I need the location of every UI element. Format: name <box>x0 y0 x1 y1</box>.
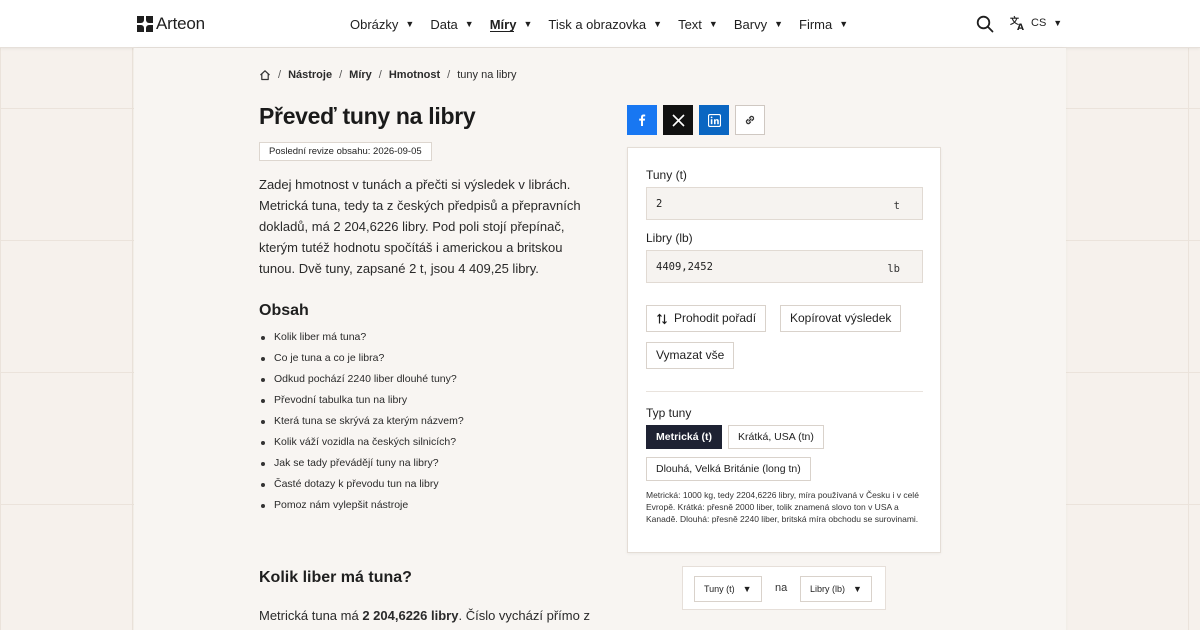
nav-label: Obrázky <box>350 16 399 32</box>
nav-item-miry[interactable]: Míry ▼ <box>490 0 533 48</box>
tons-unit: t <box>893 200 900 212</box>
x-icon <box>671 113 685 127</box>
clear-all-button[interactable]: Vymazat vše <box>646 342 735 369</box>
ton-type-note: Metrická: 1000 kg, tedy 2204,6226 libry,… <box>646 490 919 524</box>
table-of-contents: Kolik liber má tuna? Co je tuna a co je … <box>259 327 464 516</box>
swap-arrows-icon <box>657 313 667 324</box>
toc-link[interactable]: Převodní tabulka tun na libry <box>259 390 464 411</box>
nav-label: Tisk a obrazovka <box>548 16 647 32</box>
tons-input[interactable]: 2 t <box>646 187 923 220</box>
toc-link[interactable]: Jak se tady převádějí tuny na libry? <box>259 453 464 474</box>
breadcrumb-separator: / <box>339 69 343 81</box>
logo-text: Arteon <box>156 14 205 33</box>
language-switcher[interactable]: 文 A CS ▼ <box>1010 15 1062 31</box>
breadcrumb-separator: / <box>378 69 382 81</box>
unit-pair-selector: Tuny (t) ▼ na Libry (lb) ▼ <box>682 566 886 610</box>
logo[interactable]: Arteon <box>137 14 205 34</box>
nav-label: Barvy <box>733 16 768 32</box>
toc-link[interactable]: Pomoz nám vylepšit nástroje <box>259 495 464 516</box>
unit-connector: na <box>775 582 788 594</box>
pounds-label: Libry (lb) <box>646 231 693 245</box>
search-icon[interactable] <box>976 15 994 33</box>
pounds-unit: lb <box>887 263 900 275</box>
nav-label: Firma <box>799 16 833 32</box>
copy-link-button[interactable] <box>735 105 765 135</box>
intro-paragraph: Zadej hmotnost v tunách a přečti si výsl… <box>259 177 581 276</box>
breadcrumb: / Nástroje / Míry / Hmotnost / tuny na l… <box>259 69 517 81</box>
nav-label: Data <box>430 16 458 32</box>
chevron-down-icon: ▼ <box>464 19 474 29</box>
nav-label: Text <box>678 16 702 32</box>
pounds-input[interactable]: 4409,2452 lb <box>646 250 923 283</box>
share-x-button[interactable] <box>663 105 693 135</box>
nav-item-obrazky[interactable]: Obrázky ▼ <box>350 0 414 48</box>
nav-label: Míry <box>489 16 517 32</box>
breadcrumb-item-hmotnost[interactable]: Hmotnost <box>389 69 440 81</box>
translate-icon: 文 A <box>1010 15 1024 31</box>
chevron-down-icon: ▼ <box>405 19 415 29</box>
toc-link[interactable]: Kolik váží vozidla na českých silnicích? <box>259 432 464 453</box>
breadcrumb-item-miry[interactable]: Míry <box>349 69 372 81</box>
nav-item-text[interactable]: Text ▼ <box>678 0 718 48</box>
ton-type-metric[interactable]: Metrická (t) <box>646 425 723 449</box>
divider <box>646 391 923 392</box>
converter-panel: Tuny (t) 2 t Libry (lb) 4409,2452 lb Pro… <box>627 147 941 553</box>
chevron-down-icon: ▼ <box>774 19 783 29</box>
breadcrumb-separator: / <box>447 69 451 81</box>
share-bar <box>627 105 771 135</box>
chevron-down-icon: ▼ <box>708 19 718 29</box>
nav-item-data[interactable]: Data ▼ <box>430 0 473 48</box>
chevron-down-icon: ▼ <box>839 19 849 29</box>
breadcrumb-separator: / <box>278 69 282 81</box>
section-heading: Kolik liber má tuna? <box>259 569 412 586</box>
toc-link[interactable]: Co je tuna a co je libra? <box>259 348 464 369</box>
revision-badge: Poslední revize obsahu: 2026-09-05 <box>259 142 432 161</box>
swap-button[interactable]: Prohodit pořadí <box>646 305 767 332</box>
link-icon <box>745 115 755 125</box>
breadcrumb-item-nastroje[interactable]: Nástroje <box>288 69 332 81</box>
top-header: Arteon Obrázky ▼ Data ▼ Míry ▼ Tisk a ob… <box>0 0 1200 48</box>
section-text: . Číslo vychází přímo z <box>458 608 590 623</box>
swap-label: Prohodit pořadí <box>674 311 757 325</box>
facebook-icon <box>639 114 646 126</box>
svg-text:A: A <box>1017 23 1024 31</box>
pounds-value: 4409,2452 <box>656 261 713 273</box>
nav-item-barvy[interactable]: Barvy ▼ <box>734 0 783 48</box>
to-unit-select[interactable]: Libry (lb) ▼ <box>800 576 872 602</box>
toc-link[interactable]: Odkud pochází 2240 liber dlouhé tuny? <box>259 369 464 390</box>
share-facebook-button[interactable] <box>627 105 657 135</box>
chevron-down-icon: ▼ <box>653 19 663 29</box>
ton-type-long[interactable]: Dlouhá, Velká Británie (long tn) <box>646 457 811 481</box>
toc-link[interactable]: Časté dotazy k převodu tun na libry <box>259 474 464 495</box>
chevron-down-icon: ▼ <box>742 584 752 594</box>
chevron-down-icon: ▼ <box>853 584 862 594</box>
breadcrumb-current: tuny na libry <box>457 69 517 81</box>
copy-result-button[interactable]: Kopírovat výsledek <box>780 305 902 332</box>
chevron-down-icon: ▼ <box>523 19 533 29</box>
toc-link[interactable]: Která tuna se skrývá za kterým názvem? <box>259 411 464 432</box>
nav-item-firma[interactable]: Firma ▼ <box>799 0 848 48</box>
toc-title: Obsah <box>259 302 309 319</box>
ton-type-label: Typ tuny <box>646 406 692 420</box>
logo-mark-icon <box>137 16 153 32</box>
chevron-down-icon: ▼ <box>1053 18 1063 28</box>
main-nav: Obrázky ▼ Data ▼ Míry ▼ Tisk a obrazovka… <box>350 0 864 48</box>
section-paragraph: Metrická tuna má 2 204,6226 libry. Číslo… <box>259 608 590 623</box>
tons-label: Tuny (t) <box>646 168 687 182</box>
nav-item-tisk[interactable]: Tisk a obrazovka ▼ <box>548 0 662 48</box>
ton-type-short[interactable]: Krátká, USA (tn) <box>728 425 824 449</box>
share-linkedin-button[interactable] <box>699 105 729 135</box>
from-unit-value: Tuny (t) <box>704 584 735 594</box>
section-text: Metrická tuna má <box>259 608 363 623</box>
home-icon[interactable] <box>259 69 271 81</box>
to-unit-value: Libry (lb) <box>810 584 846 594</box>
linkedin-icon <box>707 113 721 127</box>
from-unit-select[interactable]: Tuny (t) ▼ <box>694 576 762 602</box>
language-code: CS <box>1031 17 1047 29</box>
section-text-bold: 2 204,6226 libry <box>362 608 459 623</box>
tons-value: 2 <box>656 198 663 210</box>
toc-link[interactable]: Kolik liber má tuna? <box>259 327 464 348</box>
page-title: Převeď tuny na libry <box>259 103 476 129</box>
